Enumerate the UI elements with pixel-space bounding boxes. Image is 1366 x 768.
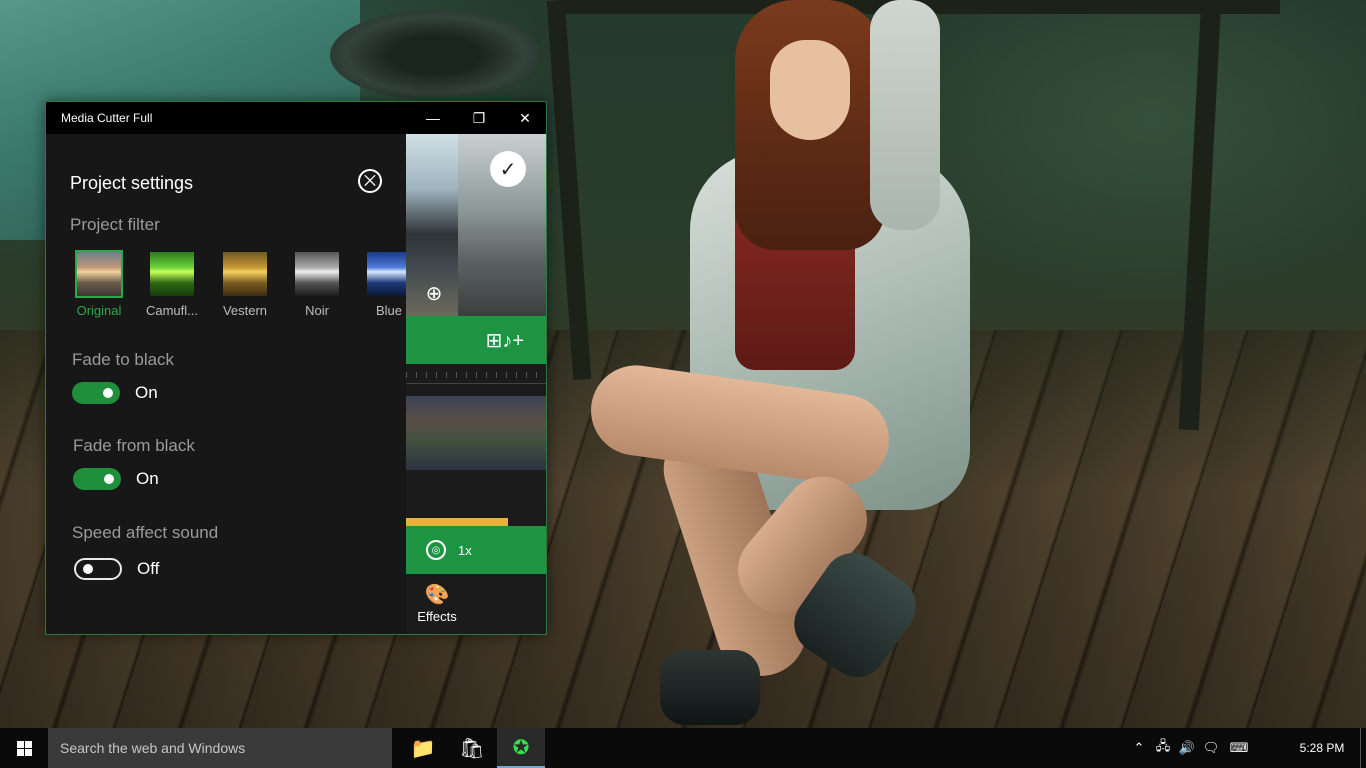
maximize-button[interactable]: ❐ xyxy=(456,102,502,134)
filter-list: Original Camufl... Vestern Noir Blue xyxy=(70,250,411,320)
filter-noir[interactable]: Noir xyxy=(288,250,346,318)
volume-icon: 🔊 xyxy=(1178,740,1196,755)
wallpaper-figure xyxy=(660,650,760,725)
speed-button[interactable]: ◎ 1x xyxy=(406,526,546,574)
app-window: Media Cutter Full — ❐ ✕ Project settings… xyxy=(45,101,547,635)
zoom-button[interactable]: ⊕ xyxy=(420,279,448,307)
media-cutter-icon: ✪ xyxy=(512,736,530,759)
zoom-in-icon: ⊕ xyxy=(425,282,443,305)
window-title: Media Cutter Full xyxy=(61,111,153,125)
effects-button[interactable]: 🎨 Effects xyxy=(406,574,468,634)
panel-title: Project settings xyxy=(70,173,194,193)
wallpaper-figure xyxy=(770,40,850,140)
speed-label: 1x xyxy=(458,542,472,558)
filter-label: Original xyxy=(76,303,122,318)
panel-close-button[interactable]: ⨉ xyxy=(358,169,382,193)
filter-label: Vestern xyxy=(222,303,268,318)
filter-thumbnail xyxy=(221,250,269,298)
effects-label: Effects xyxy=(417,608,457,624)
fade-from-black-label: Fade from black xyxy=(73,436,195,455)
wallpaper-rail xyxy=(546,0,592,381)
toggle-knob xyxy=(103,388,113,398)
chevron-up-icon: ⌃ xyxy=(1133,740,1145,755)
fade-to-black-row: On xyxy=(72,381,158,405)
show-desktop-button[interactable] xyxy=(1360,728,1366,768)
speed-affect-sound-label: Speed affect sound xyxy=(72,523,219,542)
fade-to-black-label: Fade to black xyxy=(72,350,175,369)
clock-time: 5:28 PM xyxy=(1299,741,1345,755)
check-icon: ✓ xyxy=(499,158,517,181)
filter-thumbnail xyxy=(75,250,123,298)
speed-affect-sound-toggle[interactable] xyxy=(74,558,122,580)
filter-original[interactable]: Original xyxy=(70,250,128,318)
add-media-icon: ⊞♪+ xyxy=(485,329,524,352)
speed-icon: ◎ xyxy=(426,540,446,560)
fade-to-black-toggle[interactable] xyxy=(72,382,120,404)
toggle-state: On xyxy=(135,383,158,402)
filter-thumbnail xyxy=(148,250,196,298)
speed-affect-sound-row: Off xyxy=(74,557,159,581)
filter-camouflage[interactable]: Camufl... xyxy=(143,250,201,318)
toggle-knob xyxy=(83,564,93,574)
toggle-state: On xyxy=(136,469,159,488)
audio-track[interactable] xyxy=(406,518,508,526)
taskbar-clock[interactable]: 5:28 PM xyxy=(1290,728,1354,768)
filter-label: Camufl... xyxy=(145,303,198,318)
store-icon: 🛍 xyxy=(459,737,485,760)
filter-vestern[interactable]: Vestern xyxy=(216,250,274,318)
minimize-icon: — xyxy=(426,110,440,126)
filter-thumbnail xyxy=(293,250,341,298)
toggle-state: Off xyxy=(137,559,160,578)
toggle-knob xyxy=(104,474,114,484)
wallpaper-tire xyxy=(330,10,540,100)
volume-button[interactable]: 🔊 xyxy=(1176,728,1198,768)
taskbar-app-store[interactable]: 🛍 xyxy=(448,728,496,768)
close-circle-icon: ⨉ xyxy=(363,172,376,190)
search-input[interactable] xyxy=(60,740,380,756)
show-hidden-icons-button[interactable]: ⌃ xyxy=(1128,728,1150,768)
minimize-button[interactable]: — xyxy=(410,102,456,134)
fade-from-black-row: On xyxy=(73,467,159,491)
restore-icon: ❐ xyxy=(472,109,486,126)
close-button[interactable]: ✕ xyxy=(502,102,548,134)
touch-keyboard-button[interactable]: ⌨ xyxy=(1226,728,1252,768)
start-button[interactable] xyxy=(0,728,48,768)
add-media-button[interactable]: ⊞♪+ xyxy=(406,316,546,364)
preview-column: ✓ ⊕ ⊞♪+ ◎ 1x 🎨 Effects xyxy=(406,134,546,634)
search-box[interactable] xyxy=(48,728,392,768)
wallpaper-figure xyxy=(870,0,940,230)
action-center-button[interactable]: 🗨 xyxy=(1200,728,1222,768)
timeline-ruler xyxy=(406,364,546,384)
network-button[interactable]: 🖧 xyxy=(1152,728,1174,768)
network-icon: 🖧 xyxy=(1155,738,1171,753)
taskbar-app-media-cutter[interactable]: ✪ xyxy=(497,728,545,768)
fade-from-black-toggle[interactable] xyxy=(73,468,121,490)
close-icon: ✕ xyxy=(519,109,531,126)
confirm-button[interactable]: ✓ xyxy=(490,151,526,187)
taskbar-app-file-explorer[interactable]: 📁 xyxy=(399,728,447,768)
file-explorer-icon: 📁 xyxy=(410,737,436,760)
project-settings-panel: Project settings ⨉ Project filter Origin… xyxy=(46,134,411,634)
timeline-clip[interactable] xyxy=(406,396,546,470)
project-filter-label: Project filter xyxy=(70,215,160,234)
filter-label: Noir xyxy=(305,303,329,318)
windows-logo-icon xyxy=(16,740,32,756)
keyboard-icon: ⌨ xyxy=(1229,740,1249,755)
notifications-icon: 🗨 xyxy=(1202,740,1220,755)
title-bar[interactable]: Media Cutter Full — ❐ ✕ xyxy=(46,102,546,134)
taskbar: 📁 🛍 ✪ ⌃ 🖧 🔊 🗨 ⌨ 5:28 PM xyxy=(0,728,1366,768)
palette-icon: 🎨 xyxy=(424,583,450,606)
